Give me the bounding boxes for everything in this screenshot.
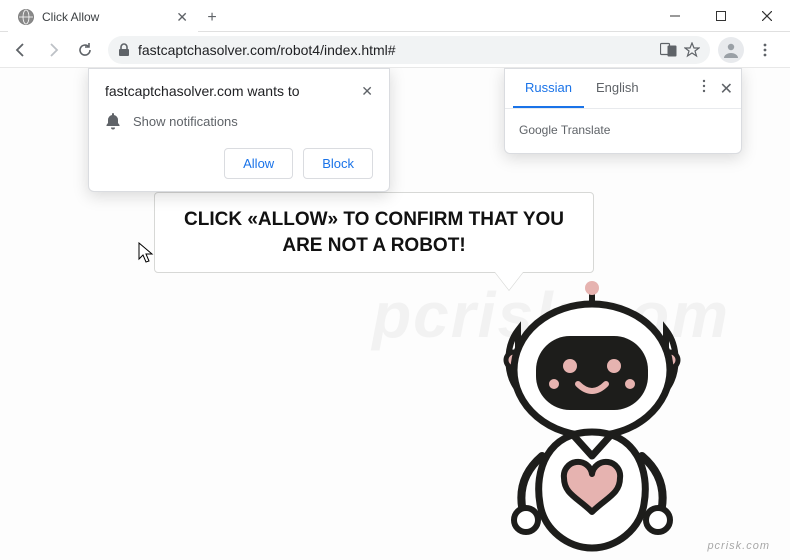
tab-title: Click Allow <box>42 10 168 24</box>
lock-icon <box>118 43 130 57</box>
reload-button[interactable] <box>70 35 100 65</box>
bell-icon <box>105 112 121 130</box>
robot-icon <box>478 280 706 560</box>
translate-tab-russian[interactable]: Russian <box>513 69 584 108</box>
translate-brand: Google Translate <box>505 109 741 153</box>
globe-icon <box>18 9 34 25</box>
back-button[interactable] <box>6 35 36 65</box>
mouse-cursor-icon <box>138 242 154 264</box>
browser-tab[interactable]: Click Allow ✕ <box>8 2 198 32</box>
translate-options-icon[interactable] <box>698 79 710 99</box>
page-content: pcrisk.com fastcaptchasolver.com wants t… <box>0 68 790 560</box>
window-maximize-button[interactable] <box>698 0 744 32</box>
translate-tab-english[interactable]: English <box>584 69 651 108</box>
star-icon[interactable] <box>684 42 700 58</box>
notification-dialog-title: fastcaptchasolver.com wants to <box>105 83 300 99</box>
omnibox-actions <box>660 42 700 58</box>
allow-button[interactable]: Allow <box>224 148 293 179</box>
watermark-small: pcrisk.com <box>707 540 770 552</box>
page-speech-bubble: CLICK «ALLOW» TO CONFIRM THAT YOU ARE NO… <box>154 192 594 273</box>
notification-permission-label: Show notifications <box>133 114 238 129</box>
window-controls <box>652 0 790 32</box>
new-tab-button[interactable]: + <box>198 4 226 32</box>
browser-toolbar: fastcaptchasolver.com/robot4/index.html# <box>0 32 790 68</box>
profile-avatar[interactable] <box>718 37 744 63</box>
url-text: fastcaptchasolver.com/robot4/index.html# <box>138 42 652 58</box>
address-bar[interactable]: fastcaptchasolver.com/robot4/index.html# <box>108 36 710 64</box>
robot-illustration <box>478 280 706 560</box>
notification-dialog-close[interactable]: ✕ <box>361 83 373 100</box>
block-button[interactable]: Block <box>303 148 373 179</box>
translate-icon[interactable] <box>660 42 678 58</box>
tab-strip: Click Allow ✕ + <box>8 0 226 32</box>
window-minimize-button[interactable] <box>652 0 698 32</box>
window-close-button[interactable] <box>744 0 790 32</box>
notification-permission-dialog: fastcaptchasolver.com wants to ✕ Show no… <box>88 68 390 192</box>
translate-dialog: Russian English ✕ Google Translate <box>504 68 742 154</box>
forward-button[interactable] <box>38 35 68 65</box>
page-headline: CLICK «ALLOW» TO CONFIRM THAT YOU ARE NO… <box>173 207 575 258</box>
translate-close-icon[interactable]: ✕ <box>720 79 733 99</box>
kebab-menu-icon[interactable] <box>750 35 780 65</box>
tab-close-button[interactable]: ✕ <box>176 9 188 26</box>
